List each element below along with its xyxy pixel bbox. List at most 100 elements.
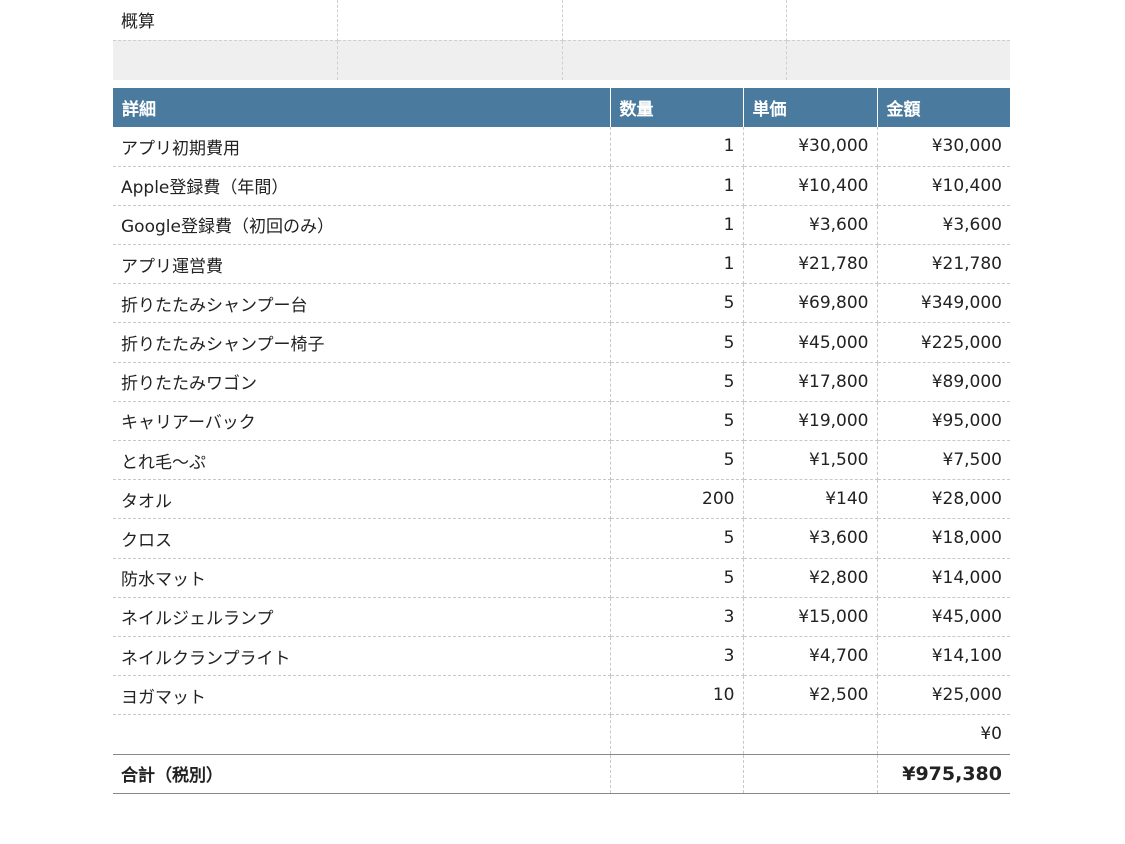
qty-cell[interactable]: 5 <box>610 558 744 598</box>
total-empty-cell[interactable] <box>610 753 744 794</box>
table-row: ネイルジェルランプ 3 ¥15,000 ¥45,000 <box>113 597 1010 637</box>
item-name-cell[interactable]: キャリアーバック <box>113 401 611 442</box>
qty-cell[interactable]: 5 <box>610 283 744 324</box>
amount-cell[interactable]: ¥7,500 <box>877 440 1010 481</box>
qty-cell[interactable]: 1 <box>610 244 744 285</box>
item-name-cell[interactable]: 折りたたみワゴン <box>113 362 611 402</box>
amount-cell[interactable]: ¥21,780 <box>877 244 1010 285</box>
table-row: Apple登録費（年間） 1 ¥10,400 ¥10,400 <box>113 166 1010 206</box>
unit-price-cell[interactable]: ¥140 <box>743 479 878 520</box>
qty-cell[interactable]: 1 <box>610 127 744 167</box>
item-name-cell[interactable]: ネイルジェルランプ <box>113 597 611 637</box>
table-row: Google登録費（初回のみ） 1 ¥3,600 ¥3,600 <box>113 205 1010 246</box>
table-row: アプリ運営費 1 ¥21,780 ¥21,780 <box>113 244 1010 285</box>
unit-price-cell[interactable]: ¥21,780 <box>743 244 878 285</box>
header-qty[interactable]: 数量 <box>610 88 744 127</box>
unit-price-cell[interactable]: ¥45,000 <box>743 322 878 363</box>
summary-empty-cell[interactable] <box>786 40 1010 80</box>
total-label-cell[interactable]: 合計（税別） <box>113 753 611 794</box>
unit-price-cell[interactable]: ¥19,000 <box>743 401 878 442</box>
summary-empty-cell[interactable] <box>562 40 787 80</box>
summary-empty-cell[interactable] <box>337 40 563 80</box>
table-row: ¥0 <box>113 714 1010 755</box>
summary-row: 概算 <box>113 0 1010 41</box>
item-name-cell[interactable]: アプリ運営費 <box>113 244 611 285</box>
item-name-cell[interactable]: ネイルクランプライト <box>113 636 611 677</box>
qty-cell[interactable]: 10 <box>610 675 744 716</box>
table-row: 折りたたみシャンプー台 5 ¥69,800 ¥349,000 <box>113 283 1010 324</box>
qty-cell[interactable]: 5 <box>610 518 744 559</box>
item-name-cell[interactable]: とれ毛〜ぷ <box>113 440 611 481</box>
summary-empty-cell[interactable] <box>337 0 563 41</box>
item-name-cell[interactable] <box>113 714 611 755</box>
amount-cell[interactable]: ¥45,000 <box>877 597 1010 637</box>
item-name-cell[interactable]: Apple登録費（年間） <box>113 166 611 206</box>
table-body: アプリ初期費用 1 ¥30,000 ¥30,000 Apple登録費（年間） 1… <box>113 127 1010 794</box>
summary-label-cell[interactable]: 概算 <box>113 0 338 41</box>
table-row: ヨガマット 10 ¥2,500 ¥25,000 <box>113 675 1010 716</box>
item-name-cell[interactable]: ヨガマット <box>113 675 611 716</box>
total-empty-cell[interactable] <box>743 753 878 794</box>
detail-table: 詳細 数量 単価 金額 アプリ初期費用 1 ¥30,000 ¥30,000 Ap… <box>113 88 1010 794</box>
unit-price-cell[interactable]: ¥2,800 <box>743 558 878 598</box>
item-name-cell[interactable]: クロス <box>113 518 611 559</box>
unit-price-cell[interactable]: ¥2,500 <box>743 675 878 716</box>
summary-empty-cell[interactable] <box>562 0 787 41</box>
spreadsheet-sheet: 概算 詳細 数量 単価 金額 アプリ初期費用 1 ¥30,000 ¥30,000… <box>113 0 1010 794</box>
qty-cell[interactable]: 200 <box>610 479 744 520</box>
table-row: アプリ初期費用 1 ¥30,000 ¥30,000 <box>113 127 1010 167</box>
unit-price-cell[interactable]: ¥1,500 <box>743 440 878 481</box>
amount-cell[interactable]: ¥14,100 <box>877 636 1010 677</box>
amount-cell[interactable]: ¥3,600 <box>877 205 1010 246</box>
summary-shaded-row <box>113 40 1010 80</box>
amount-cell[interactable]: ¥0 <box>877 714 1010 755</box>
amount-cell[interactable]: ¥30,000 <box>877 127 1010 167</box>
item-name-cell[interactable]: タオル <box>113 479 611 520</box>
qty-cell[interactable]: 5 <box>610 322 744 363</box>
qty-cell[interactable]: 1 <box>610 166 744 206</box>
amount-cell[interactable]: ¥10,400 <box>877 166 1010 206</box>
table-row: キャリアーバック 5 ¥19,000 ¥95,000 <box>113 401 1010 442</box>
amount-cell[interactable]: ¥95,000 <box>877 401 1010 442</box>
header-unit-price[interactable]: 単価 <box>743 88 878 127</box>
qty-cell[interactable]: 5 <box>610 401 744 442</box>
table-row: ネイルクランプライト 3 ¥4,700 ¥14,100 <box>113 636 1010 677</box>
amount-cell[interactable]: ¥225,000 <box>877 322 1010 363</box>
qty-cell[interactable]: 5 <box>610 362 744 402</box>
grand-total-cell[interactable]: ¥975,380 <box>877 753 1010 794</box>
unit-price-cell[interactable]: ¥30,000 <box>743 127 878 167</box>
header-amount[interactable]: 金額 <box>877 88 1010 127</box>
unit-price-cell[interactable]: ¥17,800 <box>743 362 878 402</box>
amount-cell[interactable]: ¥25,000 <box>877 675 1010 716</box>
qty-cell[interactable]: 3 <box>610 636 744 677</box>
summary-empty-cell[interactable] <box>113 40 338 80</box>
unit-price-cell[interactable]: ¥10,400 <box>743 166 878 206</box>
qty-cell[interactable]: 3 <box>610 597 744 637</box>
unit-price-cell[interactable]: ¥4,700 <box>743 636 878 677</box>
amount-cell[interactable]: ¥349,000 <box>877 283 1010 324</box>
unit-price-cell[interactable]: ¥15,000 <box>743 597 878 637</box>
total-row: 合計（税別） ¥975,380 <box>113 753 1010 794</box>
unit-price-cell[interactable]: ¥3,600 <box>743 518 878 559</box>
unit-price-cell[interactable]: ¥3,600 <box>743 205 878 246</box>
qty-cell[interactable]: 1 <box>610 205 744 246</box>
item-name-cell[interactable]: 防水マット <box>113 558 611 598</box>
summary-empty-cell[interactable] <box>786 0 1010 41</box>
table-row: タオル 200 ¥140 ¥28,000 <box>113 479 1010 520</box>
item-name-cell[interactable]: Google登録費（初回のみ） <box>113 205 611 246</box>
amount-cell[interactable]: ¥18,000 <box>877 518 1010 559</box>
item-name-cell[interactable]: アプリ初期費用 <box>113 127 611 167</box>
unit-price-cell[interactable] <box>743 714 878 755</box>
table-row: 折りたたみシャンプー椅子 5 ¥45,000 ¥225,000 <box>113 322 1010 363</box>
summary-table: 概算 <box>113 0 1010 80</box>
header-row: 詳細 数量 単価 金額 <box>113 88 1010 127</box>
amount-cell[interactable]: ¥28,000 <box>877 479 1010 520</box>
header-detail[interactable]: 詳細 <box>113 88 611 127</box>
qty-cell[interactable] <box>610 714 744 755</box>
amount-cell[interactable]: ¥14,000 <box>877 558 1010 598</box>
unit-price-cell[interactable]: ¥69,800 <box>743 283 878 324</box>
qty-cell[interactable]: 5 <box>610 440 744 481</box>
item-name-cell[interactable]: 折りたたみシャンプー椅子 <box>113 322 611 363</box>
item-name-cell[interactable]: 折りたたみシャンプー台 <box>113 283 611 324</box>
amount-cell[interactable]: ¥89,000 <box>877 362 1010 402</box>
